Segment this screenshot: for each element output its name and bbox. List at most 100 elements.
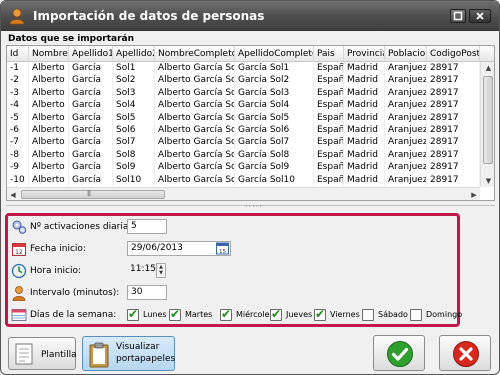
table-cell: -6 — [7, 124, 29, 137]
column-header[interactable]: Id — [7, 46, 29, 62]
table-cell: -5 — [7, 111, 29, 124]
table-cell: Alberto García Sol3 — [155, 86, 235, 100]
table-row[interactable]: -2AlbertoGarcíaSol2Alberto García Sol2Ga… — [7, 74, 480, 87]
table-cell: Madrid — [344, 161, 385, 174]
table-row[interactable]: -7AlbertoGarcíaSol7Alberto García Sol7Ga… — [7, 136, 480, 149]
table-cell: Alberto — [29, 136, 69, 149]
weekday-label: Miércoles — [236, 310, 274, 319]
checkbox-box[interactable]: ✔ — [270, 307, 282, 321]
accept-button[interactable] — [373, 335, 425, 371]
checkbox-box[interactable] — [362, 309, 374, 321]
table-cell: Alberto García Sol8 — [155, 148, 235, 162]
scroll-down-icon[interactable]: ▼ — [481, 175, 494, 187]
weekday-label: Domingo — [426, 310, 463, 319]
table-cell: 28917 — [427, 148, 480, 162]
horizontal-scroll-thumb[interactable] — [21, 190, 165, 199]
column-header[interactable]: ApellidoCompleto — [235, 46, 314, 62]
column-header[interactable]: Nombre — [29, 46, 69, 62]
table-row[interactable]: -10AlbertoGarcíaSol10Alberto García Sol1… — [7, 173, 480, 186]
table-cell: García — [69, 148, 113, 162]
checkbox-box[interactable]: ✔ — [169, 307, 181, 321]
table-cell: Sol10 — [113, 173, 155, 186]
weekday-label: Sábado — [378, 310, 408, 319]
horizontal-scrollbar[interactable]: ◀ ||| ▶ — [7, 187, 480, 200]
vertical-scrollbar[interactable]: ▲ ▼ — [480, 62, 494, 187]
table-cell: Alberto García Sol5 — [155, 111, 235, 124]
table-cell: Alberto — [29, 161, 69, 174]
column-header[interactable]: Pais — [314, 46, 344, 62]
activations-input[interactable]: 5 — [127, 219, 167, 234]
table-cell: Madrid — [344, 111, 385, 124]
check-icon: ✔ — [221, 307, 232, 321]
table-cell: Madrid — [344, 74, 385, 87]
table-cell: Aranjuez — [385, 111, 427, 124]
start-time-input[interactable]: 11:15 — [127, 263, 157, 278]
grid-body[interactable]: -1AlbertoGarcíaSol1Alberto García Sol1Ga… — [7, 62, 480, 186]
column-header[interactable]: NombreCompleto — [155, 46, 235, 62]
checkbox-box[interactable]: ✔ — [220, 307, 232, 321]
view-clipboard-button[interactable]: Visualizar portapapeles — [82, 336, 175, 371]
table-cell: Sol4 — [113, 99, 155, 112]
weekday-label: Jueves — [286, 310, 313, 319]
table-row[interactable]: -1AlbertoGarcíaSol1Alberto García Sol1Ga… — [7, 62, 480, 75]
title-bar[interactable]: Importación de datos de personas — [1, 1, 499, 31]
table-cell: García Sol2 — [235, 74, 314, 87]
column-header[interactable]: Apellido2 — [113, 46, 155, 62]
table-cell: España — [314, 124, 344, 137]
close-button[interactable] — [469, 9, 491, 23]
splitter-grip-icon[interactable]: ····· — [245, 202, 263, 211]
table-cell: Aranjuez — [385, 124, 427, 137]
view-clipboard-label-2: portapapeles — [116, 354, 176, 364]
scroll-right-icon[interactable]: ▶ — [468, 188, 480, 200]
table-row[interactable]: -9AlbertoGarcíaSol9Alberto García Sol9Ga… — [7, 161, 480, 174]
date-picker-icon[interactable]: 15 — [216, 242, 229, 255]
table-cell: España — [314, 136, 344, 149]
table-row[interactable]: -4AlbertoGarcíaSol4Alberto García Sol4Ga… — [7, 99, 480, 112]
table-cell: -7 — [7, 136, 29, 149]
table-cell: Madrid — [344, 148, 385, 162]
scroll-up-icon[interactable]: ▲ — [481, 62, 494, 74]
table-cell: España — [314, 111, 344, 124]
table-cell: García Sol10 — [235, 173, 314, 186]
table-cell: García Sol3 — [235, 86, 314, 100]
checkbox-box[interactable] — [410, 309, 422, 321]
table-cell: García — [69, 111, 113, 124]
column-header[interactable]: Apellido1 — [69, 46, 113, 62]
interval-input[interactable]: 30 — [127, 285, 167, 300]
cancel-button[interactable] — [439, 335, 491, 371]
time-spinner[interactable]: ▲ ▼ — [156, 263, 166, 278]
table-row[interactable]: -5AlbertoGarcíaSol5Alberto García Sol5Ga… — [7, 111, 480, 124]
table-cell: Alberto — [29, 74, 69, 87]
table-cell: España — [314, 62, 344, 75]
data-grid[interactable]: Id Nombre Apellido1 Apellido2 NombreCompleto… — [6, 45, 495, 201]
user-icon — [12, 286, 26, 301]
maximize-button[interactable] — [450, 9, 466, 23]
column-header[interactable]: Poblacion — [385, 46, 427, 62]
template-button-label: Plantilla — [41, 350, 77, 360]
table-row[interactable]: -8AlbertoGarcíaSol8Alberto García Sol8Ga… — [7, 148, 480, 162]
column-header[interactable]: Provincia — [344, 46, 385, 62]
scroll-left-icon[interactable]: ◀ — [7, 188, 19, 200]
table-cell: -9 — [7, 161, 29, 174]
spin-down-icon[interactable]: ▼ — [157, 270, 165, 276]
window-title: Importación de datos de personas — [33, 9, 265, 23]
vertical-scroll-thumb[interactable] — [483, 76, 493, 164]
weekday-label: Viernes — [330, 310, 360, 319]
weekdays-row: Días de la semana: ✔ Lunes ✔ Martes ✔ Miércol… — [8, 306, 462, 326]
table-cell: -2 — [7, 74, 29, 87]
column-header[interactable]: CodigoPostal — [427, 46, 480, 62]
checkbox-box[interactable]: ✔ — [127, 307, 139, 321]
table-row[interactable]: -3AlbertoGarcíaSol3Alberto García Sol3Ga… — [7, 86, 480, 100]
template-button[interactable]: Plantilla — [8, 337, 77, 370]
table-row[interactable]: -6AlbertoGarcíaSol6Alberto García Sol6Ga… — [7, 124, 480, 137]
table-cell: García — [69, 74, 113, 87]
table-cell: Aranjuez — [385, 148, 427, 162]
table-cell: España — [314, 99, 344, 112]
weekday-label: Lunes — [143, 310, 167, 319]
table-cell: Alberto — [29, 86, 69, 100]
table-cell: García — [69, 99, 113, 112]
checkbox-box[interactable]: ✔ — [314, 307, 326, 321]
svg-text:15: 15 — [219, 249, 226, 255]
activations-row: Nº activaciones diarias: 5 — [8, 218, 457, 238]
check-icon: ✔ — [315, 307, 326, 321]
